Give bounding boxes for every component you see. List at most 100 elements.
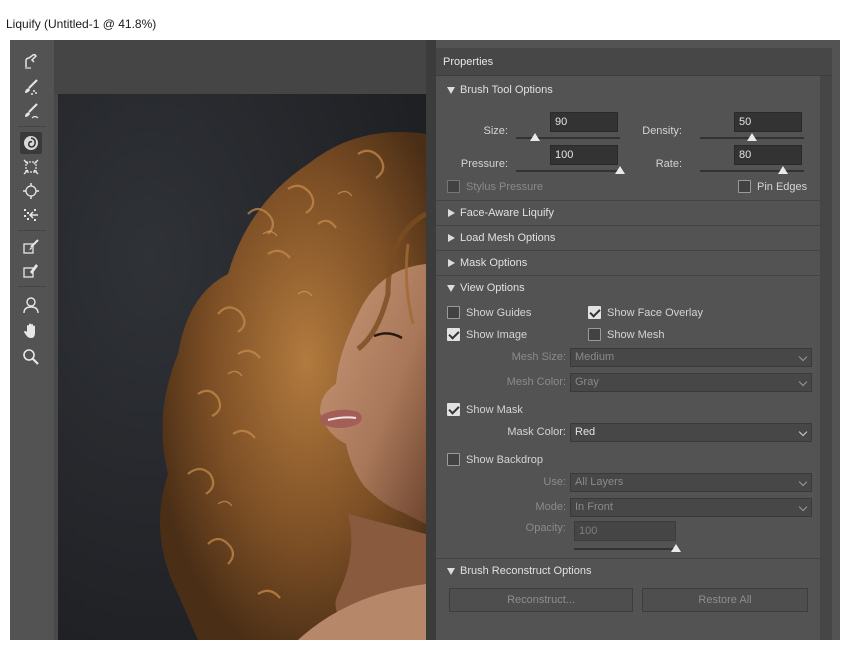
rate-slider[interactable] [700, 166, 804, 176]
show-face-overlay-label: Show Face Overlay [607, 307, 703, 319]
section-label: Brush Reconstruct Options [460, 565, 592, 577]
show-backdrop-checkbox[interactable] [447, 453, 460, 466]
show-mask-label: Show Mask [466, 404, 523, 416]
rate-label: Rate: [655, 158, 682, 170]
pin-edges-checkbox[interactable] [738, 180, 751, 193]
show-backdrop-label: Show Backdrop [466, 454, 544, 466]
twirl-clockwise-tool[interactable] [20, 132, 42, 154]
size-input[interactable]: 90 [550, 112, 618, 132]
section-label: Face-Aware Liquify [460, 207, 554, 219]
select-value: In Front [575, 501, 613, 513]
show-mesh-label: Show Mesh [607, 329, 665, 341]
opacity-slider[interactable] [574, 544, 681, 554]
zoom-tool[interactable] [20, 346, 42, 368]
reconstruct-tool[interactable] [20, 76, 42, 98]
section-brush-reconstruct-options[interactable]: Brush Reconstruct Options [436, 558, 820, 583]
face-tool[interactable] [20, 294, 42, 316]
slider-thumb[interactable] [529, 133, 540, 141]
collapse-arrow-icon [447, 87, 455, 94]
mode-label: Mode: [535, 501, 566, 513]
pucker-tool[interactable] [20, 156, 42, 178]
collapse-arrow-icon [447, 285, 455, 292]
panel-title: Properties [443, 56, 494, 68]
panel-scrollbar[interactable] [820, 76, 832, 640]
show-guides-checkbox[interactable] [447, 306, 460, 319]
tool-separator [18, 230, 46, 231]
freeze-mask-tool[interactable] [20, 236, 42, 258]
bloat-tool[interactable] [20, 180, 42, 202]
section-face-aware-liquify[interactable]: Face-Aware Liquify [436, 200, 820, 225]
canvas-pasteboard [54, 40, 426, 94]
panel-header: Properties [436, 48, 832, 76]
mesh-size-label: Mesh Size: [511, 351, 566, 363]
size-slider[interactable] [516, 133, 620, 143]
density-slider[interactable] [700, 133, 804, 143]
document-image[interactable] [58, 94, 426, 640]
pressure-slider[interactable] [516, 166, 625, 176]
mesh-size-select[interactable]: Medium [570, 348, 812, 367]
size-label: Size: [483, 125, 508, 137]
pressure-input[interactable]: 100 [550, 145, 618, 165]
select-value: Red [575, 426, 596, 438]
use-select[interactable]: All Layers [570, 473, 812, 492]
mesh-color-select[interactable]: Gray [570, 373, 812, 392]
tool-separator [18, 286, 46, 287]
thaw-mask-icon [23, 264, 38, 278]
canvas-area[interactable] [54, 40, 426, 640]
mode-select[interactable]: In Front [570, 498, 812, 517]
freeze-mask-icon [23, 239, 39, 254]
density-label: Density: [642, 125, 682, 137]
show-mask-checkbox[interactable] [447, 403, 460, 416]
mask-color-label: Mask Color: [507, 426, 566, 438]
title-bar: Liquify (Untitled-1 @ 41.8%) [0, 0, 850, 40]
chevron-down-icon [798, 502, 808, 512]
restore-all-button[interactable]: Restore All [642, 588, 808, 612]
reconstruct-brush-icon [25, 79, 38, 95]
finger-warp-icon [25, 53, 37, 69]
chevron-down-icon [798, 427, 808, 437]
liquify-window: Properties Brush Tool Options Size: 90 D… [10, 40, 840, 640]
slider-thumb[interactable] [747, 133, 757, 141]
thaw-mask-tool[interactable] [20, 260, 42, 282]
smooth-tool[interactable] [20, 100, 42, 122]
properties-panel: Properties Brush Tool Options Size: 90 D… [436, 48, 832, 640]
collapse-arrow-icon [447, 568, 455, 575]
section-label: View Options [460, 282, 525, 294]
rate-input[interactable]: 80 [734, 145, 802, 165]
expand-arrow-icon [448, 234, 455, 242]
push-left-tool[interactable] [20, 204, 42, 226]
section-label: Mask Options [460, 257, 528, 269]
opacity-input[interactable]: 100 [574, 521, 676, 541]
pressure-label: Pressure: [460, 158, 508, 170]
slider-thumb[interactable] [778, 166, 789, 174]
zoom-icon [23, 349, 39, 365]
chevron-down-icon [798, 477, 808, 487]
slider-thumb[interactable] [671, 544, 681, 552]
section-label: Brush Tool Options [460, 84, 553, 96]
forward-warp-tool[interactable] [20, 50, 42, 72]
pin-edges-label: Pin Edges [757, 181, 808, 193]
hand-tool[interactable] [20, 320, 42, 342]
stylus-pressure-checkbox[interactable] [447, 180, 460, 193]
smooth-brush-icon [25, 103, 39, 119]
show-image-checkbox[interactable] [447, 328, 460, 341]
mask-color-select[interactable]: Red [570, 423, 812, 442]
show-face-overlay-checkbox[interactable] [588, 306, 601, 319]
chevron-down-icon [798, 377, 808, 387]
push-left-icon [24, 209, 38, 221]
stylus-pressure-label: Stylus Pressure [466, 181, 544, 193]
slider-thumb[interactable] [615, 166, 625, 174]
expand-arrow-icon [448, 209, 455, 217]
density-input[interactable]: 50 [734, 112, 802, 132]
reconstruct-button[interactable]: Reconstruct... [449, 588, 633, 612]
section-brush-tool-options[interactable]: Brush Tool Options [436, 78, 820, 103]
show-mesh-checkbox[interactable] [588, 328, 601, 341]
select-value: Medium [575, 351, 615, 363]
select-value: All Layers [575, 476, 624, 488]
section-view-options[interactable]: View Options [436, 275, 820, 300]
section-load-mesh-options[interactable]: Load Mesh Options [436, 225, 820, 250]
portrait-photo [58, 94, 426, 640]
twirl-icon [24, 136, 38, 150]
section-mask-options[interactable]: Mask Options [436, 250, 820, 275]
chevron-down-icon [798, 352, 808, 362]
